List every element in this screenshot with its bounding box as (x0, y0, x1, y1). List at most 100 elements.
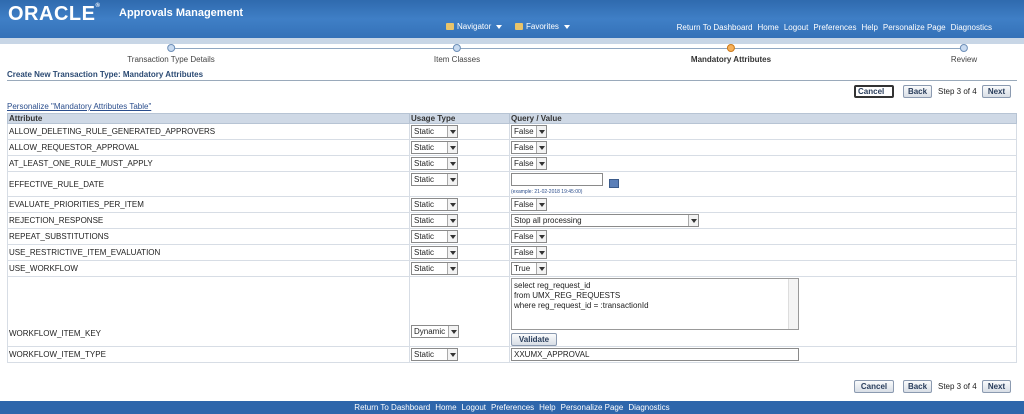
table-row: AT_LEAST_ONE_RULE_MUST_APPLY Static False (7, 155, 1017, 172)
attribute-name: WORKFLOW_ITEM_TYPE (7, 346, 410, 363)
date-format-hint: (example: 21-02-2018 19:45:00) (511, 189, 583, 196)
attribute-name: ALLOW_REQUESTOR_APPROVAL (7, 139, 410, 156)
chevron-down-icon (688, 215, 698, 226)
global-link[interactable]: Diagnostics (951, 23, 992, 32)
chevron-down-icon (536, 231, 546, 242)
value-select[interactable]: False (511, 157, 547, 170)
value-select[interactable]: False (511, 198, 547, 211)
usage-type-header: Usage Type (409, 113, 510, 124)
step-indicator-bottom: Step 3 of 4 (938, 382, 977, 391)
train-step-dot-icon (727, 44, 735, 52)
usage-type-select[interactable]: Static (411, 141, 458, 154)
back-button[interactable]: Back (903, 85, 932, 98)
query-textarea[interactable]: select reg_request_id from UMX_REG_REQUE… (511, 278, 799, 330)
chevron-down-icon (447, 174, 457, 185)
chevron-down-icon (447, 199, 457, 210)
usage-type-select[interactable]: Static (411, 214, 458, 227)
footer-link[interactable]: Home (435, 401, 456, 414)
attribute-name: AT_LEAST_ONE_RULE_MUST_APPLY (7, 155, 410, 172)
train-line (171, 48, 964, 49)
global-link[interactable]: Preferences (813, 23, 856, 32)
calendar-icon[interactable] (609, 179, 619, 189)
footer-link[interactable]: Personalize Page (561, 401, 624, 414)
chevron-down-icon (448, 326, 458, 337)
attribute-name: USE_WORKFLOW (7, 260, 410, 277)
value-select[interactable]: False (511, 246, 547, 259)
chevron-down-icon (447, 231, 457, 242)
usage-type-select[interactable]: Static (411, 246, 458, 259)
footer-links: Return To Dashboard Home Logout Preferences… (0, 401, 1024, 414)
validate-button[interactable]: Validate (511, 333, 557, 346)
value-select[interactable]: False (511, 230, 547, 243)
chevron-down-icon (536, 247, 546, 258)
table-row: WORKFLOW_ITEM_TYPE Static XXUMX_APPROVAL (7, 346, 1017, 363)
train-step[interactable]: Review (951, 44, 977, 64)
footer-link[interactable]: Diagnostics (628, 401, 669, 414)
chevron-down-icon (447, 263, 457, 274)
header-bar: ORACLE® Approvals Management Navigator F… (0, 0, 1024, 38)
process-train: Transaction Type Details Item Classes Mand… (0, 44, 1024, 68)
oracle-logo: ORACLE® (8, 3, 101, 25)
global-link[interactable]: Help (861, 23, 877, 32)
next-button-bottom[interactable]: Next (982, 380, 1011, 393)
train-step-label: Transaction Type Details (127, 55, 215, 64)
favorites-icon (515, 23, 523, 30)
usage-type-select[interactable]: Dynamic (411, 325, 459, 338)
attribute-name: WORKFLOW_ITEM_KEY (7, 276, 410, 347)
table-row: REJECTION_RESPONSE Static Stop all process… (7, 212, 1017, 229)
footer-link[interactable]: Preferences (491, 401, 534, 414)
usage-type-select[interactable]: Static (411, 262, 458, 275)
train-step-dot-icon (959, 44, 968, 52)
chevron-down-icon (496, 24, 503, 29)
query-value-header: Query / Value (509, 113, 1017, 124)
usage-type-select[interactable]: Static (411, 173, 458, 186)
cancel-button-bottom[interactable]: Cancel (854, 380, 894, 393)
train-step-dot-icon (452, 44, 461, 52)
chevron-down-icon (536, 126, 546, 137)
attribute-name: REPEAT_SUBSTITUTIONS (7, 228, 410, 245)
back-button-bottom[interactable]: Back (903, 380, 932, 393)
global-link[interactable]: Home (758, 23, 779, 32)
global-link[interactable]: Logout (784, 23, 808, 32)
usage-type-select[interactable]: Static (411, 348, 458, 361)
chevron-down-icon (536, 263, 546, 274)
train-step-label: Mandatory Attributes (690, 55, 772, 64)
table-row: EVALUATE_PRIORITIES_PER_ITEM Static False (7, 196, 1017, 213)
usage-type-select[interactable]: Static (411, 125, 458, 138)
step-indicator: Step 3 of 4 (938, 87, 977, 96)
chevron-down-icon (447, 126, 457, 137)
usage-type-select[interactable]: Static (411, 157, 458, 170)
value-select[interactable]: False (511, 141, 547, 154)
global-link[interactable]: Personalize Page (883, 23, 946, 32)
global-link[interactable]: Return To Dashboard (677, 23, 753, 32)
next-button[interactable]: Next (982, 85, 1011, 98)
favorites-menu[interactable]: Favorites (515, 22, 570, 31)
train-step[interactable]: Transaction Type Details (127, 44, 215, 64)
chevron-down-icon (447, 349, 457, 360)
rejection-response-select[interactable]: Stop all processing (511, 214, 699, 227)
textarea-scrollbar[interactable] (788, 279, 798, 329)
usage-type-select[interactable]: Static (411, 230, 458, 243)
table-row: ALLOW_REQUESTOR_APPROVAL Static False (7, 139, 1017, 156)
value-select[interactable]: True (511, 262, 547, 275)
usage-type-select[interactable]: Static (411, 198, 458, 211)
page-title: Create New Transaction Type: Mandatory A… (7, 70, 204, 79)
train-step[interactable]: Mandatory Attributes (691, 44, 771, 64)
effective-date-input[interactable] (511, 173, 603, 186)
table-row: USE_WORKFLOW Static True (7, 260, 1017, 277)
chevron-down-icon (447, 142, 457, 153)
personalize-table-link[interactable]: Personalize "Mandatory Attributes Table" (7, 102, 151, 111)
footer-link[interactable]: Help (539, 401, 555, 414)
footer-link[interactable]: Return To Dashboard (354, 401, 430, 414)
chevron-down-icon (447, 215, 457, 226)
train-step[interactable]: Item Classes (434, 44, 480, 64)
attribute-name: USE_RESTRICTIVE_ITEM_EVALUATION (7, 244, 410, 261)
table-row: EFFECTIVE_RULE_DATE Static (example: 21-02… (7, 171, 1017, 197)
navigator-menu[interactable]: Navigator (446, 22, 503, 31)
cancel-button[interactable]: Cancel (854, 85, 894, 98)
footer-link[interactable]: Logout (462, 401, 486, 414)
value-select[interactable]: False (511, 125, 547, 138)
table-row: ALLOW_DELETING_RULE_GENERATED_APPROVERS S… (7, 123, 1017, 140)
workflow-item-type-input[interactable]: XXUMX_APPROVAL (511, 348, 799, 361)
chevron-down-icon (536, 142, 546, 153)
